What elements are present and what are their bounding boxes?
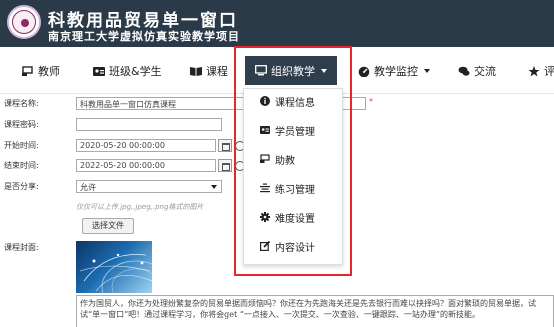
calendar-icon[interactable] — [218, 139, 232, 152]
nav-label: 教师 — [38, 65, 60, 78]
nav-item-teacher[interactable]: 教师 — [22, 62, 60, 80]
comments-icon — [458, 66, 470, 77]
nav-item-course[interactable]: 课程 — [190, 62, 228, 80]
required-mark: * — [369, 97, 373, 106]
menu-item-student-management[interactable]: 学员管理 — [260, 123, 315, 138]
start-time-input[interactable]: 2020-05-20 00:00:00 — [76, 139, 216, 152]
select-arrow-icon — [211, 185, 217, 189]
menu-item-label: 助教 — [275, 155, 295, 167]
caret-down-icon — [424, 69, 430, 73]
menu-item-label: 学员管理 — [275, 126, 315, 138]
choose-file-button[interactable]: 选择文件 — [82, 218, 134, 234]
nav-label: 评 — [544, 65, 554, 78]
app-header: 科教用品贸易单一窗口 南京理工大学虚拟仿真实验教学项目 — [0, 0, 554, 47]
share-select[interactable]: 允许 — [76, 180, 222, 193]
nav-item-evaluation[interactable]: 评 — [528, 62, 554, 80]
course-password-label: 课程密码: — [4, 120, 39, 129]
nav-label: 课程 — [206, 65, 228, 78]
organize-teaching-dropdown: 课程信息 学员管理 助教 练习管理 难度设置 内容设计 — [243, 88, 343, 265]
end-time-input[interactable]: 2022-05-20 00:00:00 — [76, 159, 216, 172]
share-select-value: 允许 — [80, 183, 96, 192]
teacher-icon — [260, 154, 270, 164]
menu-item-difficulty-settings[interactable]: 难度设置 — [260, 210, 315, 225]
menu-item-label: 课程信息 — [275, 97, 315, 109]
teacher-icon — [22, 65, 34, 77]
start-time-label: 开始时间: — [4, 141, 39, 150]
id-card-icon — [260, 125, 270, 135]
dashboard-icon — [358, 66, 370, 77]
edit-icon — [260, 240, 271, 252]
cover-label: 课程封面: — [4, 243, 39, 252]
menu-item-exercise-management[interactable]: 练习管理 — [260, 181, 315, 196]
nav-label: 组织教学 — [271, 64, 315, 78]
course-description-textarea[interactable]: 作为国贸人，你还为处理纷繁复杂的贸易单据而烦恼吗？你还在为先跑海关还是先去银行而… — [76, 295, 554, 327]
app-subtitle: 南京理工大学虚拟仿真实验教学项目 — [48, 30, 240, 43]
list-icon — [260, 183, 270, 193]
menu-item-label: 难度设置 — [275, 213, 315, 225]
menu-item-content-design[interactable]: 内容设计 — [260, 239, 315, 254]
star-icon — [528, 65, 540, 77]
main-navbar: 教师 班级&学生 课程 组织教学 教学监控 交流 评 — [0, 47, 554, 93]
nav-label: 教学监控 — [374, 65, 418, 78]
course-name-label: 课程名称: — [4, 99, 39, 108]
course-cover-image — [76, 241, 152, 293]
menu-item-label: 内容设计 — [275, 242, 315, 254]
university-logo — [7, 5, 41, 39]
monitor-icon — [255, 65, 267, 76]
caret-down-icon — [321, 68, 327, 73]
upload-hint: 仅仅可以上传.jpg,.jpeg,.png格式的图片 — [76, 203, 204, 211]
nav-item-class-student[interactable]: 班级&学生 — [93, 62, 162, 80]
course-password-input[interactable] — [76, 118, 222, 131]
share-label: 是否分享: — [4, 182, 39, 191]
end-time-label: 结束时间: — [4, 161, 39, 170]
nav-label: 交流 — [474, 65, 496, 78]
nav-item-teaching-monitor[interactable]: 教学监控 — [358, 62, 430, 80]
menu-item-assistant[interactable]: 助教 — [260, 152, 295, 167]
gear-icon — [260, 212, 270, 222]
menu-item-label: 练习管理 — [275, 184, 315, 196]
nav-item-communication[interactable]: 交流 — [458, 62, 496, 80]
id-card-icon — [93, 66, 105, 77]
nav-label: 班级&学生 — [109, 65, 162, 78]
calendar-icon[interactable] — [218, 159, 232, 172]
book-icon — [190, 66, 202, 77]
menu-item-course-info[interactable]: 课程信息 — [260, 94, 315, 109]
nav-item-organize-teaching[interactable]: 组织教学 — [245, 56, 337, 85]
info-icon — [260, 96, 270, 106]
